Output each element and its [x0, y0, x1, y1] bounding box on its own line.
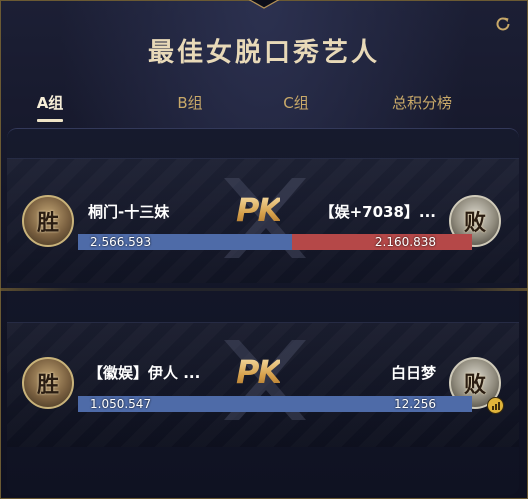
divider [0, 288, 528, 291]
pk-label: PK [236, 191, 282, 229]
right-contestant-name[interactable]: 【娱+7038】... [320, 201, 436, 222]
left-contestant-name[interactable]: 桐门-十三妹 [88, 201, 169, 222]
right-score: 2.160.838 [374, 235, 436, 249]
left-score: 2.566.593 [90, 235, 152, 249]
win-badge: 胜 [22, 357, 74, 409]
right-score: 12.256 [394, 397, 436, 411]
tab-a-group[interactable]: A组 [0, 92, 100, 113]
left-contestant-name[interactable]: 【徽娱】伊人 ... [88, 362, 200, 383]
active-tab-indicator [37, 119, 63, 122]
tab-bar: A组 B组 C组 总积分榜 [0, 92, 528, 122]
right-contestant-name[interactable]: 白日梦 [391, 362, 436, 383]
tab-b-group[interactable]: B组 [140, 92, 240, 113]
tab-total-ranking[interactable]: 总积分榜 [372, 92, 472, 113]
signal-icon [487, 397, 504, 414]
pk-label: PK [236, 353, 282, 391]
win-badge: 胜 [22, 195, 74, 247]
refresh-icon[interactable] [494, 15, 512, 33]
left-score: 1.050.547 [90, 397, 152, 411]
tab-c-group[interactable]: C组 [246, 92, 346, 113]
top-ornament-icon [248, 0, 280, 9]
page-title: 最佳女脱口秀艺人 [147, 38, 380, 68]
